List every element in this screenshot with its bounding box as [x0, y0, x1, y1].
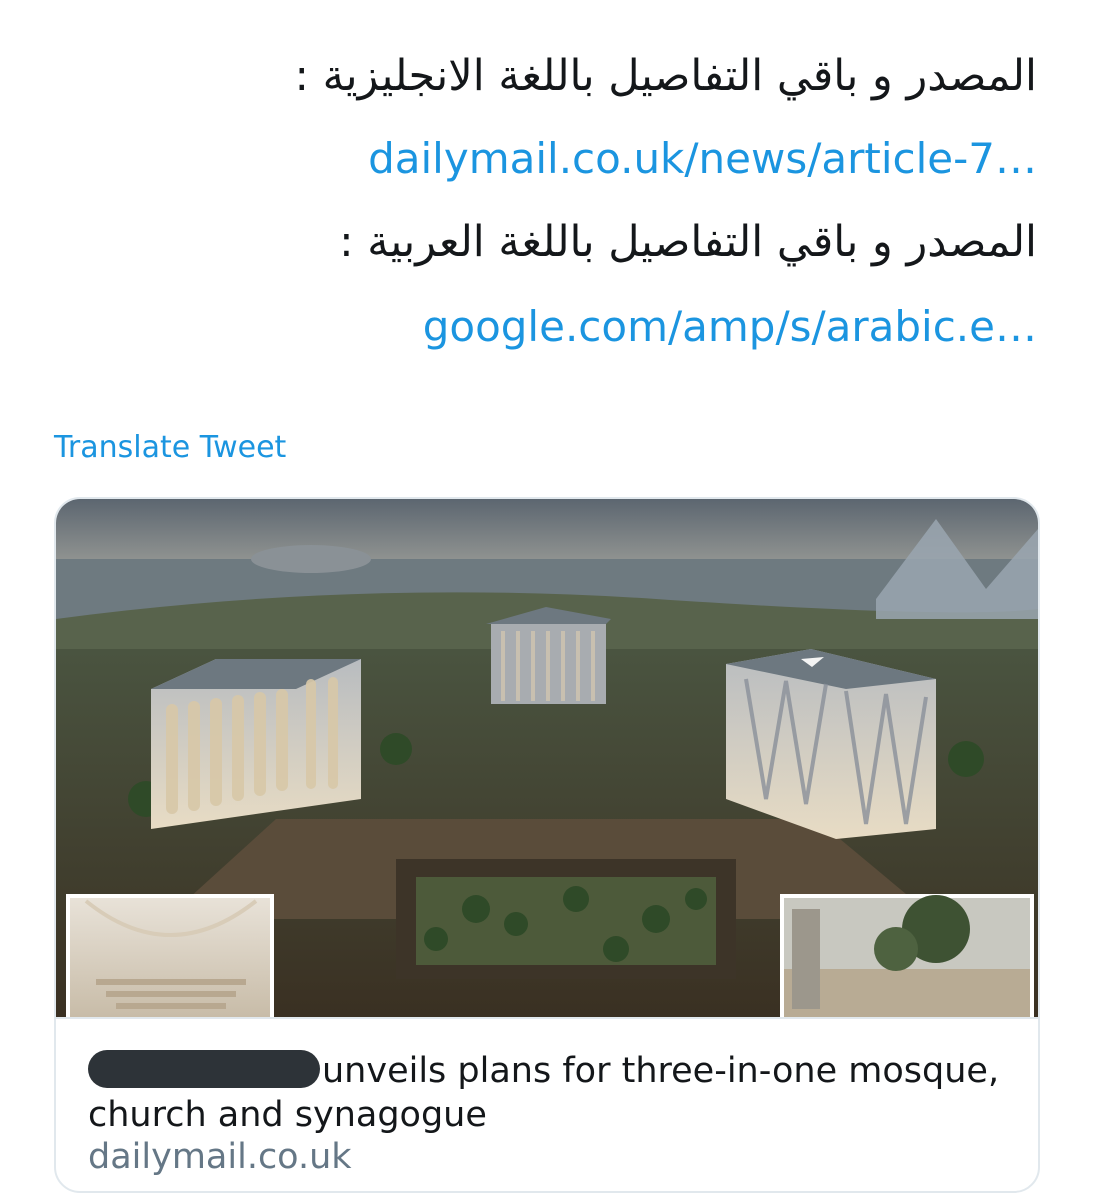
card-image [56, 499, 1038, 1017]
arabic-source-link[interactable]: google.com/amp/s/arabic.e… [423, 300, 1037, 354]
tweet-text-line-1: المصدر و باقي التفاصيل باللغة الانجليزية… [294, 51, 1037, 101]
english-source-link[interactable]: dailymail.co.uk/news/article-7… [368, 132, 1037, 186]
link-preview-card[interactable]: unveils plans for three-in-one mosque, c… [54, 497, 1040, 1193]
redaction-mark [88, 1050, 320, 1088]
translate-tweet-link[interactable]: Translate Tweet [54, 428, 286, 468]
card-title: unveils plans for three-in-one mosque, c… [88, 1049, 1008, 1137]
card-body[interactable]: unveils plans for three-in-one mosque, c… [56, 1017, 1038, 1191]
card-domain: dailymail.co.uk [88, 1137, 352, 1177]
tweet-text-line-2: المصدر و باقي التفاصيل باللغة العربية : [339, 217, 1037, 267]
